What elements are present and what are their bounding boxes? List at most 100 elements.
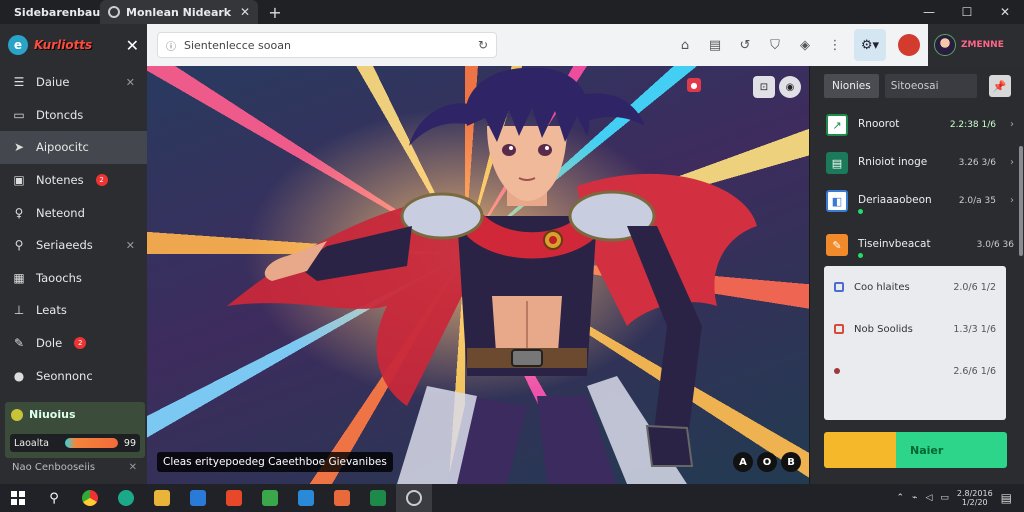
files-app-icon[interactable] [144, 484, 180, 512]
tab-first[interactable]: Sidebarenbaut [0, 0, 105, 24]
chart-icon: ⊥ [13, 303, 25, 318]
list-item[interactable]: ↗ Rnoorot 2.2:38 1/6 › [810, 112, 1024, 150]
profile-button[interactable]: ZMENNE [928, 24, 1024, 66]
store-app-icon[interactable] [180, 484, 216, 512]
game-app-icon[interactable] [324, 484, 360, 512]
tab-nionies[interactable]: Nionies [824, 74, 879, 98]
maximize-button[interactable]: ☐ [948, 0, 986, 24]
settings-dropdown-icon[interactable]: ⚙▾ [854, 29, 886, 61]
crop-icon[interactable]: ⊡ [753, 76, 775, 98]
scrollbar[interactable] [1019, 146, 1023, 256]
status-dot [858, 209, 863, 214]
sidebar-item-taoochs[interactable]: ▦ Taoochs [0, 262, 147, 295]
info-icon[interactable]: ⓘ [166, 38, 176, 53]
sidebar-item-label: Notenes [36, 173, 84, 188]
sidebar-item-dole[interactable]: ✎ Dole 2 [0, 327, 147, 360]
profile-name: ZMENNE [961, 40, 1004, 50]
address-input[interactable]: Sientenlecce sooan [184, 39, 291, 52]
globe-icon [108, 6, 120, 18]
clock-time: 2.8/2016 [956, 489, 993, 498]
user-icon[interactable]: ◉ [779, 76, 801, 98]
close-icon[interactable]: ✕ [126, 239, 135, 252]
tab-sitoeosai[interactable]: Sitoeosai [884, 74, 977, 98]
details-card: Coo hlaites 2.0/6 1/2 Nob Soolids 1.3/3 … [824, 266, 1006, 420]
toolbar-actions: ⌂ ▤ ↺ ⛉ ◈ ⋮ ⚙▾ ZMENNE [670, 24, 1024, 66]
image-caption: Cleas erityepoedeg Caeethboe Gievanibes [157, 452, 393, 472]
card-item[interactable]: 2.6/6 1/6 [824, 350, 1006, 392]
sidebar-footer[interactable]: Nao Cenbooseiis ✕ [12, 462, 137, 473]
more-menu-icon[interactable]: ⋮ [820, 38, 850, 53]
viewer-control-a-button[interactable]: A [733, 452, 753, 472]
viewer-control-b-button[interactable]: B [781, 452, 801, 472]
reload-icon[interactable]: ↻ [478, 38, 488, 52]
checkbox-icon[interactable] [834, 324, 844, 334]
app-logo-icon[interactable]: e [8, 35, 28, 55]
status-dot [858, 253, 863, 258]
window-controls: — ☐ ✕ [910, 0, 1024, 24]
sidebar-item-seonnonc[interactable]: ● Seonnonc [0, 359, 147, 392]
sidebar-item-aipoocitc[interactable]: ➤ Aipoocitc [0, 131, 147, 164]
volume-icon[interactable]: ◁ [925, 493, 932, 503]
editor-app-icon[interactable] [288, 484, 324, 512]
photos-app-icon[interactable] [252, 484, 288, 512]
refresh-icon[interactable]: ↺ [730, 38, 760, 53]
sidebar-item-label: Taoochs [36, 270, 82, 285]
sidebar-item-neteond[interactable]: ♀ Neteond [0, 196, 147, 229]
document-icon: ◧ [826, 190, 848, 212]
search-icon[interactable]: ⚲ [36, 484, 72, 512]
address-bar[interactable]: ⓘ Sientenlecce sooan ↻ [157, 32, 497, 58]
promo-card[interactable]: Niuoius Laoalta 99 [5, 402, 145, 458]
sidebar-item-label: Dole [36, 336, 63, 351]
list-item[interactable]: ◧ Deriaaaobeon 2.0/a 35 › [810, 188, 1024, 232]
shield-icon[interactable]: ⛉ [760, 38, 790, 53]
sheets-app-icon[interactable] [360, 484, 396, 512]
new-tab-button[interactable]: + [258, 0, 292, 24]
pin-icon[interactable]: 📌 [988, 75, 1011, 97]
sidebar-item-dtoncds[interactable]: ▭ Dtoncds [0, 99, 147, 132]
card-item[interactable]: Coo hlaites 2.0/6 1/2 [824, 266, 1006, 308]
action-button[interactable]: Naier [824, 432, 1007, 468]
sidebar-item-seriaeeds[interactable]: ⚲ Seriaeeds ✕ [0, 229, 147, 262]
card-item-label: Coo hlaites [854, 281, 910, 293]
sidebar-item-notenes[interactable]: ▣ Notenes 2 [0, 164, 147, 197]
record-badge-icon[interactable]: ● [687, 78, 701, 92]
minimize-button[interactable]: — [910, 0, 948, 24]
viewer-control-o-button[interactable]: O [757, 452, 777, 472]
tab-label: Sidebarenbaut [14, 5, 106, 19]
search-icon: ⚲ [14, 238, 24, 253]
sidebar-item-label: Neteond [36, 205, 85, 220]
notifications-icon[interactable]: ▤ [1001, 491, 1012, 505]
extension-icon[interactable]: ◈ [790, 38, 820, 53]
sidebar-item-leats[interactable]: ⊥ Leats [0, 294, 147, 327]
close-window-button[interactable]: ✕ [986, 0, 1024, 24]
chrome-icon[interactable] [72, 484, 108, 512]
reader-icon[interactable]: ▤ [700, 38, 730, 53]
footer-label: Nao Cenbooseiis [12, 462, 96, 473]
home-icon[interactable]: ⌂ [670, 38, 700, 53]
network-icon[interactable]: ⌁ [912, 493, 917, 503]
card-item[interactable]: Nob Soolids 1.3/3 1/6 [824, 308, 1006, 350]
record-icon[interactable] [898, 34, 920, 56]
browser-app-icon[interactable] [108, 484, 144, 512]
list-item[interactable]: ▤ Rnioiot inoge 3.26 3/6 › [810, 150, 1024, 188]
tab-active[interactable]: Monlean Nideark ✕ [100, 0, 258, 24]
bullet-icon [834, 368, 840, 374]
image-viewer[interactable]: ● ⊡ ◉ Cleas erityepoedeg Caeethboe Gieva… [147, 66, 809, 484]
browser-tabbar: Sidebarenbaut Monlean Nideark ✕ + — ☐ ✕ [0, 0, 1024, 24]
anime-hero-illustration [227, 67, 757, 484]
item-label: Tiseinvbeacat [858, 238, 931, 250]
checkbox-icon[interactable] [834, 282, 844, 292]
close-tab-icon[interactable]: ✕ [240, 5, 250, 19]
active-app-icon[interactable] [396, 484, 432, 512]
sidebar-item-daiue[interactable]: ☰ Daiue ✕ [0, 66, 147, 99]
battery-icon[interactable]: ▭ [940, 493, 949, 503]
close-sidebar-icon[interactable]: ✕ [126, 36, 139, 55]
progress-label: Laoalta [14, 437, 49, 449]
chevron-up-icon[interactable]: ⌃ [896, 493, 904, 503]
clock[interactable]: 2.8/2016 1/2/20 [957, 489, 993, 507]
media-app-icon[interactable] [216, 484, 252, 512]
start-button[interactable] [0, 484, 36, 512]
close-icon[interactable]: ✕ [129, 462, 137, 473]
right-panel: Nionies Sitoeosai 📌 ↗ Rnoorot 2.2:38 1/6… [809, 66, 1024, 484]
close-icon[interactable]: ✕ [126, 76, 135, 89]
